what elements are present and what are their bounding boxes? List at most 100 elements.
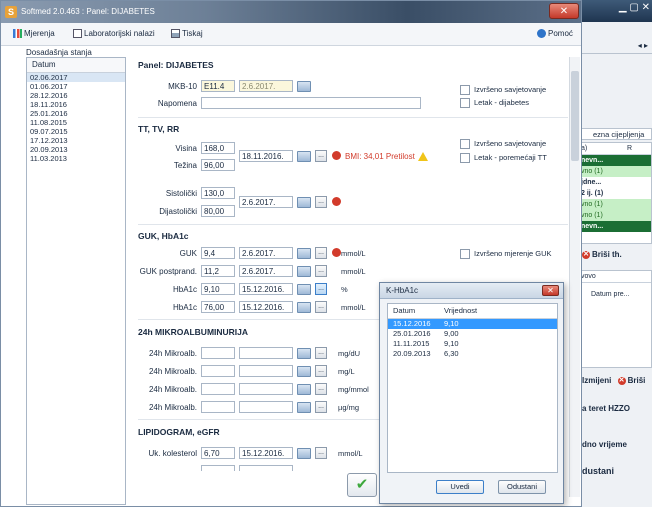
- list-item[interactable]: vno (1): [579, 210, 651, 221]
- more-button[interactable]: ...: [315, 401, 327, 413]
- background-nav-arrows[interactable]: ◂ ▸: [578, 38, 652, 54]
- mkb-date-field[interactable]: 2.6.2017.: [239, 80, 293, 92]
- more-button[interactable]: ...: [315, 196, 327, 208]
- mikro-field[interactable]: [201, 347, 235, 359]
- mikro-field[interactable]: [201, 383, 235, 395]
- background-vaccination-tab[interactable]: ezna cijepljenja: [578, 128, 652, 140]
- vrijeme-select[interactable]: dno vrijeme: [582, 440, 627, 449]
- izvrseno-savjetovanje-checkbox[interactable]: Izvršeno savjetovanje: [460, 85, 546, 95]
- history-list[interactable]: Datum 02.06.2017 01.06.2017 28.12.2016 1…: [26, 57, 126, 505]
- list-item[interactable]: 20.09.2013 6,30: [388, 349, 557, 359]
- visina-field[interactable]: 168,0: [201, 142, 235, 154]
- list-item[interactable]: 18.11.2016: [27, 100, 125, 109]
- list-item[interactable]: 28.12.2016: [27, 91, 125, 100]
- hba1c-mmol-field[interactable]: 76,00: [201, 301, 235, 313]
- more-button-active[interactable]: ...: [315, 283, 327, 295]
- uvedi-button[interactable]: Uvedi: [436, 480, 484, 494]
- more-button[interactable]: ...: [315, 301, 327, 313]
- hba1c-date-field[interactable]: 15.12.2016.: [239, 283, 293, 295]
- odustani-background-button[interactable]: dustani: [582, 466, 614, 476]
- list-item[interactable]: 11.11.2015 9,10: [388, 339, 557, 349]
- brisi-th-button[interactable]: ✕ Briši th.: [582, 250, 622, 259]
- list-item[interactable]: jdne...: [579, 177, 651, 188]
- tiskaj-button[interactable]: Tiskaj: [171, 29, 203, 39]
- list-item[interactable]: 2 ij. (1): [579, 188, 651, 199]
- calendar-icon[interactable]: [297, 302, 311, 313]
- calendar-icon[interactable]: [297, 448, 311, 459]
- calendar-icon[interactable]: [297, 402, 311, 413]
- calendar-icon[interactable]: [297, 266, 311, 277]
- list-item[interactable]: 15.12.2016 9,10: [388, 319, 557, 329]
- delete-icon[interactable]: [332, 197, 341, 206]
- mikro-field[interactable]: [201, 365, 235, 377]
- laboratorijski-nalazi-button[interactable]: Laboratorijski nalazi: [73, 29, 155, 39]
- izvrseno-mjerenje-guk-checkbox[interactable]: Izvršeno mjerenje GUK: [460, 249, 552, 259]
- list-item[interactable]: 25.01.2016 9,00: [388, 329, 557, 339]
- calendar-icon[interactable]: [297, 284, 311, 295]
- mikro-date-field[interactable]: [239, 383, 293, 395]
- guk-postprand-field[interactable]: 11,2: [201, 265, 235, 277]
- close-button[interactable]: ✕: [549, 3, 579, 19]
- napomena-field[interactable]: [201, 97, 421, 109]
- list-item[interactable]: 02.06.2017: [27, 73, 125, 82]
- mikro-date-field[interactable]: [239, 401, 293, 413]
- next-field[interactable]: [201, 465, 235, 471]
- next-date-field[interactable]: [239, 465, 293, 471]
- background-vaccination-list[interactable]: a) R nevn... vno (1) jdne... 2 ij. (1) v…: [578, 142, 652, 244]
- calendar-icon[interactable]: [297, 348, 311, 359]
- more-button[interactable]: ...: [315, 347, 327, 359]
- more-button[interactable]: ...: [315, 383, 327, 395]
- guk-postprand-date-field[interactable]: 2.6.2017.: [239, 265, 293, 277]
- mikro-date-field[interactable]: [239, 365, 293, 377]
- list-item[interactable]: 01.06.2017: [27, 82, 125, 91]
- guk-date-field[interactable]: 2.6.2017.: [239, 247, 293, 259]
- more-button[interactable]: ...: [315, 365, 327, 377]
- list-item[interactable]: nevn...: [579, 155, 651, 166]
- kolesterol-date-field[interactable]: 15.12.2016.: [239, 447, 293, 459]
- calendar-icon[interactable]: [297, 81, 311, 92]
- window-controls[interactable]: ▁ ▢ ✕: [619, 2, 650, 13]
- ttvrr-date-field[interactable]: 18.11.2016.: [239, 150, 293, 162]
- mkb-code-field[interactable]: E11.4: [201, 80, 235, 92]
- delete-icon[interactable]: [332, 248, 341, 257]
- list-item[interactable]: 20.09.2013: [27, 145, 125, 154]
- confirm-button[interactable]: ✔: [347, 473, 377, 497]
- dijastolicki-field[interactable]: 80,00: [201, 205, 235, 217]
- pomoc-button[interactable]: Pomoć: [537, 29, 573, 39]
- list-item[interactable]: vno (1): [579, 199, 651, 210]
- odustani-button[interactable]: Odustani: [498, 480, 546, 494]
- list-item[interactable]: 09.07.2015: [27, 127, 125, 136]
- list-item[interactable]: nevn...: [579, 221, 651, 232]
- form-scrollbar[interactable]: [569, 57, 580, 497]
- list-item[interactable]: 25.01.2016: [27, 109, 125, 118]
- rr-date-field[interactable]: 2.6.2017.: [239, 196, 293, 208]
- hba1c-field[interactable]: 9,10: [201, 283, 235, 295]
- tezina-field[interactable]: 96,00: [201, 159, 235, 171]
- dialog-close-button[interactable]: ✕: [542, 285, 559, 296]
- list-item[interactable]: 17.12.2013: [27, 136, 125, 145]
- mikro-date-field[interactable]: [239, 347, 293, 359]
- list-item[interactable]: 11.08.2015: [27, 118, 125, 127]
- calendar-icon[interactable]: [297, 197, 311, 208]
- izmijeni-button[interactable]: Izmijeni ✕ Briši: [582, 376, 645, 385]
- letak-tt-checkbox[interactable]: Letak - poremećaji TT: [460, 153, 547, 163]
- sistolicki-field[interactable]: 130,0: [201, 187, 235, 199]
- letak-dijabetes-checkbox[interactable]: Letak - dijabetes: [460, 98, 529, 108]
- tab-vovo[interactable]: vovo: [579, 271, 651, 283]
- more-button[interactable]: ...: [315, 247, 327, 259]
- hba1c-mmol-date-field[interactable]: 15.12.2016.: [239, 301, 293, 313]
- more-button[interactable]: ...: [315, 265, 327, 277]
- more-button[interactable]: ...: [315, 447, 327, 459]
- calendar-icon[interactable]: [297, 151, 311, 162]
- mjerenja-button[interactable]: Mjerenja: [13, 29, 55, 39]
- kolesterol-field[interactable]: 6,70: [201, 447, 235, 459]
- delete-icon[interactable]: [332, 151, 341, 160]
- calendar-icon[interactable]: [297, 248, 311, 259]
- guk-field[interactable]: 9,4: [201, 247, 235, 259]
- hba1c-history-list[interactable]: Datum Vrijednost 15.12.2016 9,10 25.01.20…: [387, 303, 558, 473]
- calendar-icon[interactable]: [297, 384, 311, 395]
- scroll-thumb[interactable]: [571, 71, 579, 161]
- mikro-field[interactable]: [201, 401, 235, 413]
- calendar-icon[interactable]: [297, 366, 311, 377]
- list-item[interactable]: 11.03.2013: [27, 154, 125, 163]
